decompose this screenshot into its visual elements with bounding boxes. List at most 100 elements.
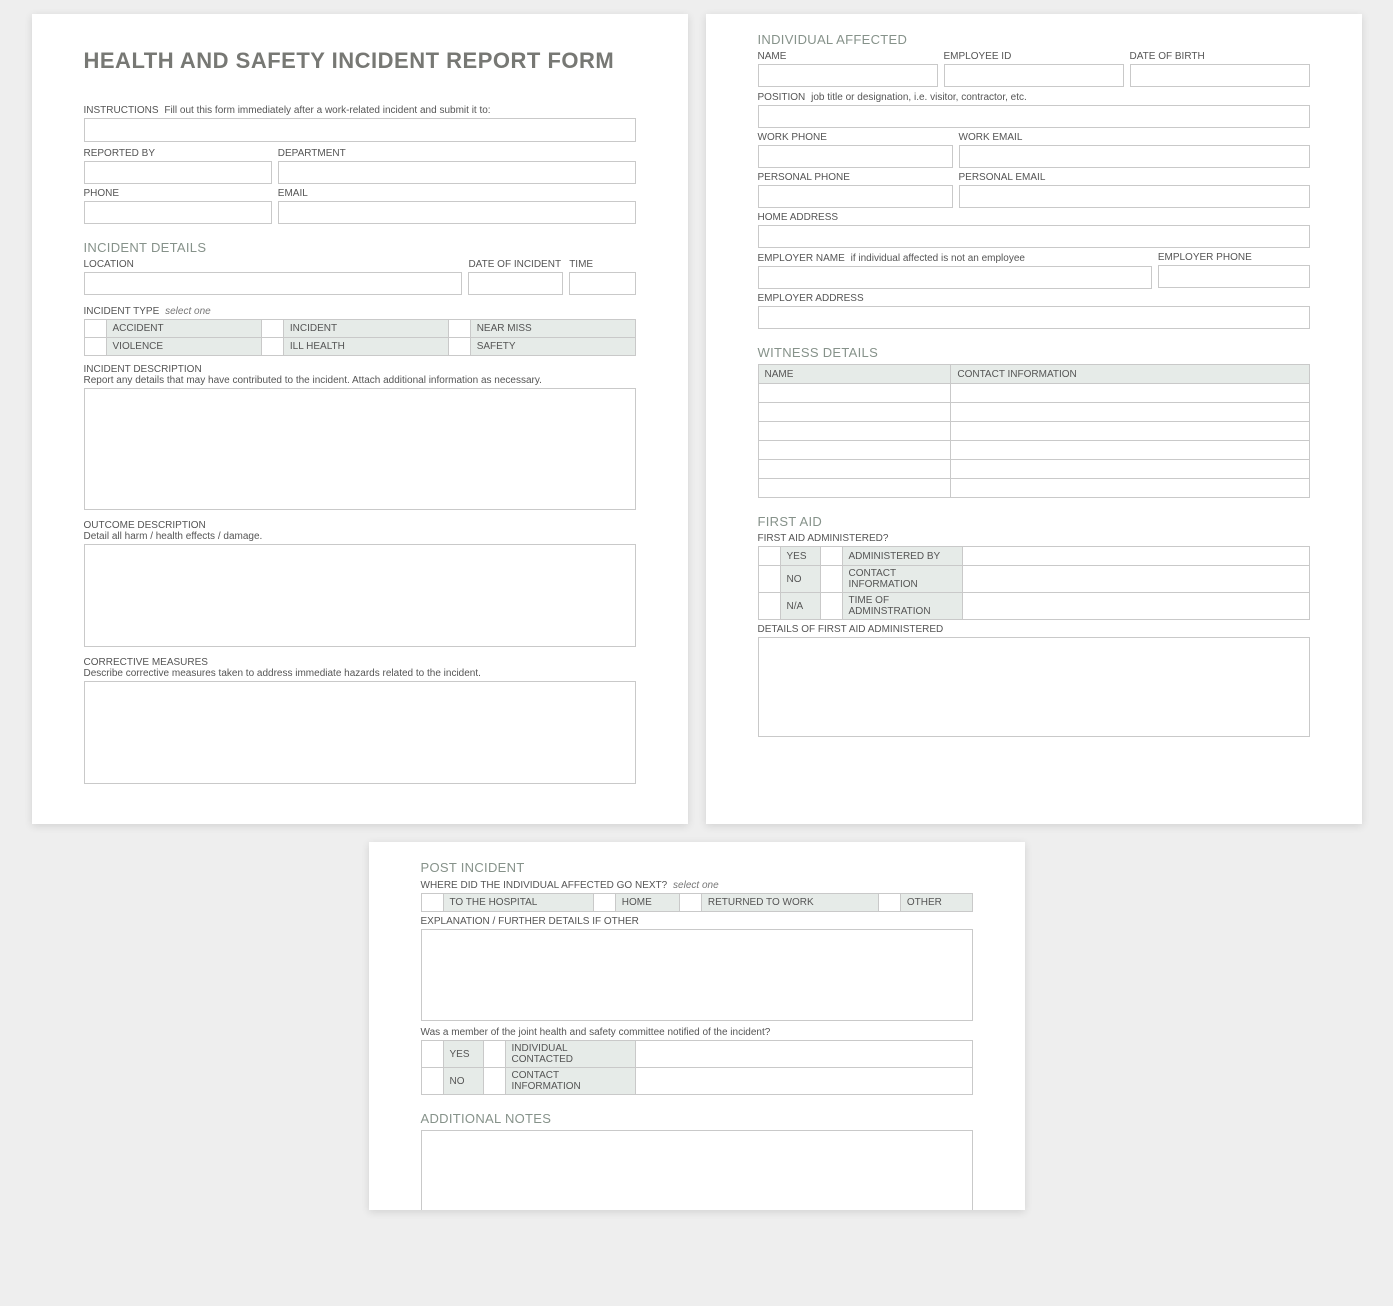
fa-yes-check[interactable] — [758, 547, 780, 566]
notes-input[interactable] — [421, 1130, 973, 1210]
fa-na-check[interactable] — [758, 593, 780, 620]
post-other-check[interactable] — [878, 894, 900, 912]
type-incident-check[interactable] — [261, 320, 283, 338]
type-accident-check[interactable] — [84, 320, 106, 338]
name-input[interactable] — [758, 64, 938, 87]
post-explain-input[interactable] — [421, 929, 973, 1021]
incident-desc-input[interactable] — [84, 388, 636, 510]
empphone-input[interactable] — [1158, 265, 1310, 288]
workphone-input[interactable] — [758, 145, 953, 168]
post-hospital: TO THE HOSPITAL — [443, 894, 593, 912]
page-3: POST INCIDENT WHERE DID THE INDIVIDUAL A… — [369, 842, 1025, 1210]
post-home-check[interactable] — [593, 894, 615, 912]
fa-details-label: DETAILS OF FIRST AID ADMINISTERED — [758, 624, 1310, 635]
type-violence-check[interactable] — [84, 338, 106, 356]
incident-details-heading: INCIDENT DETAILS — [84, 240, 636, 255]
post-heading: POST INCIDENT — [421, 860, 973, 875]
location-input[interactable] — [84, 272, 463, 295]
empid-label: EMPLOYEE ID — [944, 51, 1124, 62]
instructions-label: INSTRUCTIONS — [84, 105, 159, 116]
witness-r2-contact[interactable] — [951, 403, 1309, 422]
notes-heading: ADDITIONAL NOTES — [421, 1111, 973, 1126]
pc-yes-check[interactable] — [421, 1041, 443, 1068]
email-input[interactable] — [278, 201, 636, 224]
page-1: HEALTH AND SAFETY INCIDENT REPORT FORM I… — [32, 14, 688, 824]
persphone-input[interactable] — [758, 185, 953, 208]
form-title: HEALTH AND SAFETY INCIDENT REPORT FORM — [84, 48, 636, 74]
pc-ind-input[interactable] — [635, 1041, 972, 1068]
empname-label: EMPLOYER NAME — [758, 253, 845, 264]
outcome-sub: Detail all harm / health effects / damag… — [84, 531, 636, 542]
witness-table: NAMECONTACT INFORMATION — [758, 364, 1310, 498]
pc-contact-input[interactable] — [635, 1068, 972, 1095]
witness-r4-contact[interactable] — [951, 441, 1309, 460]
post-select-one: select one — [673, 880, 719, 891]
pc-ind-check[interactable] — [483, 1041, 505, 1068]
position-input[interactable] — [758, 105, 1310, 128]
time-input[interactable] — [569, 272, 635, 295]
post-home: HOME — [615, 894, 679, 912]
empname-input[interactable] — [758, 266, 1152, 289]
fa-by-check[interactable] — [820, 547, 842, 566]
witness-r1-name[interactable] — [758, 384, 951, 403]
witness-name-hd: NAME — [758, 365, 951, 384]
outcome-input[interactable] — [84, 544, 636, 647]
type-safety: SAFETY — [470, 338, 635, 356]
type-accident: ACCIDENT — [106, 320, 261, 338]
phone-input[interactable] — [84, 201, 272, 224]
fa-no: NO — [780, 566, 820, 593]
type-safety-check[interactable] — [448, 338, 470, 356]
instructions-target-input[interactable] — [84, 118, 636, 142]
pc-no-check[interactable] — [421, 1068, 443, 1095]
fa-yes: YES — [780, 547, 820, 566]
date-input[interactable] — [468, 272, 563, 295]
name-label: NAME — [758, 51, 938, 62]
reported-by-input[interactable] — [84, 161, 272, 184]
firstaid-q: FIRST AID ADMINISTERED? — [758, 533, 1310, 544]
pc-yes: YES — [443, 1041, 483, 1068]
corrective-input[interactable] — [84, 681, 636, 784]
post-return-check[interactable] — [679, 894, 701, 912]
fa-time-check[interactable] — [820, 593, 842, 620]
phone-label: PHONE — [84, 188, 272, 199]
empname-sub: if individual affected is not an employe… — [851, 253, 1025, 264]
homeaddr-input[interactable] — [758, 225, 1310, 248]
fa-contact-input[interactable] — [962, 566, 1309, 593]
department-input[interactable] — [278, 161, 636, 184]
fa-by-input[interactable] — [962, 547, 1309, 566]
pc-contact: CONTACT INFORMATION — [505, 1068, 635, 1095]
witness-heading: WITNESS DETAILS — [758, 345, 1310, 360]
type-illhealth-check[interactable] — [261, 338, 283, 356]
witness-r3-contact[interactable] — [951, 422, 1309, 441]
post-explain-label: EXPLANATION / FURTHER DETAILS IF OTHER — [421, 916, 973, 927]
department-label: DEPARTMENT — [278, 148, 636, 159]
witness-r6-name[interactable] — [758, 479, 951, 498]
witness-r3-name[interactable] — [758, 422, 951, 441]
firstaid-heading: FIRST AID — [758, 514, 1310, 529]
type-nearmiss-check[interactable] — [448, 320, 470, 338]
persemail-label: PERSONAL EMAIL — [959, 172, 1310, 183]
workemail-input[interactable] — [959, 145, 1310, 168]
post-where-table: TO THE HOSPITAL HOME RETURNED TO WORK OT… — [421, 893, 973, 912]
post-committee-table: YES INDIVIDUAL CONTACTED NO CONTACT INFO… — [421, 1040, 973, 1095]
pc-contact-check[interactable] — [483, 1068, 505, 1095]
witness-r2-name[interactable] — [758, 403, 951, 422]
fa-no-check[interactable] — [758, 566, 780, 593]
fa-details-input[interactable] — [758, 637, 1310, 737]
fa-time-input[interactable] — [962, 593, 1309, 620]
witness-r1-contact[interactable] — [951, 384, 1309, 403]
empid-input[interactable] — [944, 64, 1124, 87]
position-label: POSITION — [758, 92, 806, 103]
witness-r5-contact[interactable] — [951, 460, 1309, 479]
persphone-label: PERSONAL PHONE — [758, 172, 953, 183]
witness-r5-name[interactable] — [758, 460, 951, 479]
fa-contact-check[interactable] — [820, 566, 842, 593]
dob-input[interactable] — [1130, 64, 1310, 87]
witness-r4-name[interactable] — [758, 441, 951, 460]
post-hospital-check[interactable] — [421, 894, 443, 912]
empaddr-input[interactable] — [758, 306, 1310, 329]
position-sub: job title or designation, i.e. visitor, … — [811, 92, 1027, 103]
witness-r6-contact[interactable] — [951, 479, 1309, 498]
persemail-input[interactable] — [959, 185, 1310, 208]
reported-by-label: REPORTED BY — [84, 148, 272, 159]
